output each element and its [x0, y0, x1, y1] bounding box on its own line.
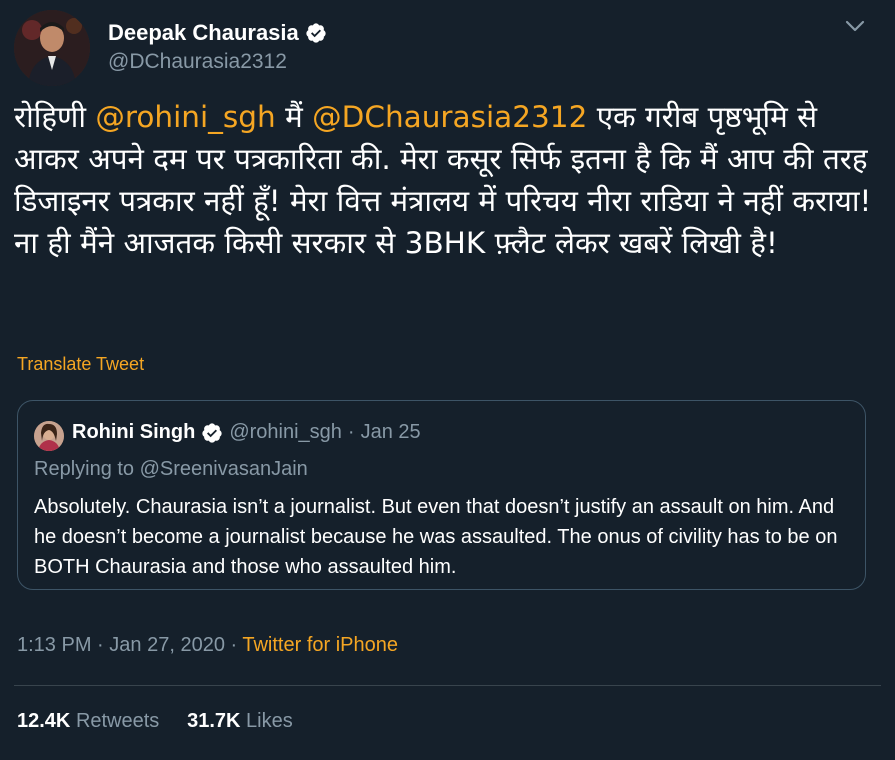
tweet-header: Deepak Chaurasia @DChaurasia2312 [14, 6, 881, 86]
tweet-meta: 1:13 PM · Jan 27, 2020 · Twitter for iPh… [17, 634, 398, 657]
mention-link[interactable]: @DChaurasia2312 [312, 100, 587, 134]
separator-dot: · [97, 634, 104, 656]
mention-link[interactable]: @rohini_sgh [95, 100, 275, 134]
tweet-source-link[interactable]: Twitter for iPhone [242, 634, 398, 656]
verified-badge-icon [305, 22, 327, 44]
likes-stat[interactable]: 31.7K Likes [187, 710, 293, 732]
quoted-author-handle[interactable]: @rohini_sgh [229, 421, 342, 444]
retweets-label: Retweets [75, 710, 160, 732]
quoted-author-name[interactable]: Rohini Singh [72, 421, 195, 444]
quoted-author-avatar[interactable] [34, 421, 64, 451]
verified-badge-icon [201, 422, 223, 444]
chevron-down-icon[interactable] [845, 18, 865, 32]
tweet-date[interactable]: Jan 27, 2020 [109, 634, 225, 656]
likes-count: 31.7K [187, 710, 241, 732]
quoted-tweet-card[interactable]: Rohini Singh @rohini_sgh · Jan 25 Replyi… [17, 400, 866, 590]
tweet-text-segment: मैं [275, 100, 313, 134]
tweet-stats: 12.4K Retweets 31.7K Likes [17, 710, 293, 733]
author-name-row[interactable]: Deepak Chaurasia [108, 20, 327, 46]
quoted-tweet-date[interactable]: Jan 25 [361, 421, 421, 444]
retweets-stat[interactable]: 12.4K Retweets [17, 710, 159, 732]
tweet-text-segment: रोहिणी [14, 100, 96, 134]
author-name[interactable]: Deepak Chaurasia [108, 20, 299, 46]
retweets-count: 12.4K [17, 710, 71, 732]
separator-dot: · [230, 634, 238, 656]
quoted-tweet-header: Rohini Singh @rohini_sgh · Jan 25 [72, 421, 421, 444]
quoted-tweet-text: Absolutely. Chaurasia isn’t a journalist… [34, 496, 838, 578]
translate-tweet-link[interactable]: Translate Tweet [17, 354, 144, 375]
replying-to-label: Replying to @SreenivasanJain [34, 458, 308, 480]
tweet-text: रोहिणी @rohini_sgh मैं @DChaurasia2312 ए… [14, 96, 876, 264]
divider [14, 685, 881, 686]
tweet-time[interactable]: 1:13 PM [17, 634, 91, 656]
author-avatar[interactable] [14, 10, 90, 86]
separator-dot: · [347, 421, 355, 443]
author-handle[interactable]: @DChaurasia2312 [108, 50, 287, 74]
likes-label: Likes [246, 710, 293, 732]
